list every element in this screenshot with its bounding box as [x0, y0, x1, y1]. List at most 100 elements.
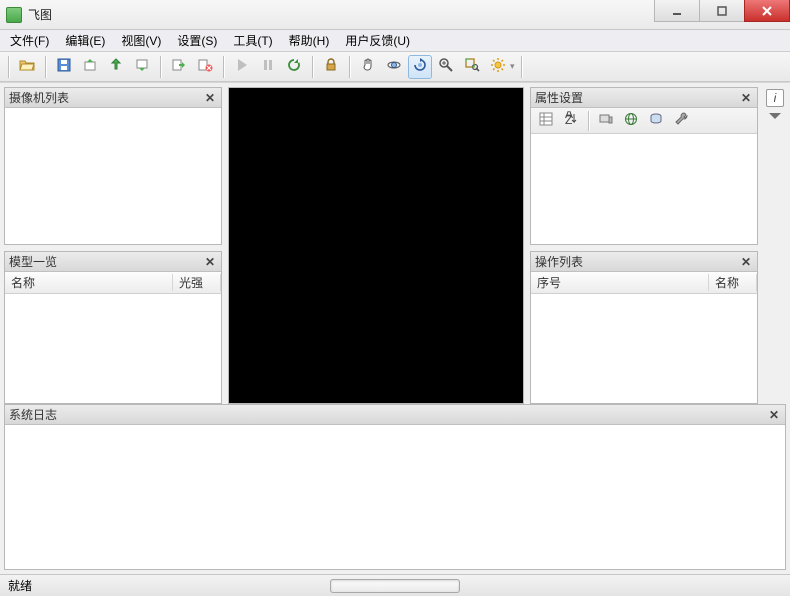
- window-title: 飞图: [28, 6, 52, 23]
- up-icon: [108, 57, 124, 76]
- separator: [223, 56, 224, 78]
- separator: [312, 56, 313, 78]
- undo-icon: [82, 57, 98, 76]
- model-table-header: 名称 光强: [5, 272, 221, 294]
- sort-icon: AZ: [563, 111, 579, 130]
- menu-file[interactable]: 文件(F): [2, 30, 57, 51]
- pause-button[interactable]: [256, 55, 280, 79]
- right-column: 属性设置 ✕ AZ 操作列表 ✕: [530, 87, 758, 404]
- device-button[interactable]: [595, 110, 617, 132]
- save-icon: [56, 57, 72, 76]
- main-toolbar: ▾: [0, 52, 790, 82]
- workspace-upper: 摄像机列表 ✕ 模型一览 ✕ 名称 光强: [0, 83, 790, 404]
- separator: [160, 56, 161, 78]
- panel-title: 属性设置: [535, 89, 583, 106]
- zoom-button[interactable]: [434, 55, 458, 79]
- side-buttons: i: [764, 87, 786, 404]
- disk-button[interactable]: [645, 110, 667, 132]
- panel-header: 操作列表 ✕: [531, 252, 757, 272]
- import-button[interactable]: [167, 55, 191, 79]
- status-text: 就绪: [8, 577, 32, 594]
- viewport-3d[interactable]: [228, 87, 524, 404]
- menu-view[interactable]: 视图(V): [113, 30, 169, 51]
- cancel-import-icon: [197, 57, 213, 76]
- workspace-lower: 系统日志 ✕: [0, 404, 790, 574]
- lock-button[interactable]: [319, 55, 343, 79]
- rotate-button[interactable]: [408, 55, 432, 79]
- svg-text:Z: Z: [565, 113, 572, 127]
- import-icon: [171, 57, 187, 76]
- cancel-import-button[interactable]: [193, 55, 217, 79]
- title-bar-left: 飞图: [6, 6, 52, 23]
- progress-bar: [330, 579, 460, 593]
- undo-button[interactable]: [78, 55, 102, 79]
- operation-table-header: 序号 名称: [531, 272, 757, 294]
- minimize-button[interactable]: [654, 0, 700, 22]
- play-icon: [234, 57, 250, 76]
- expand-side-button[interactable]: [769, 113, 781, 119]
- menu-tools[interactable]: 工具(T): [225, 30, 280, 51]
- panel-header: 属性设置 ✕: [531, 88, 757, 108]
- separator: [8, 56, 9, 78]
- panel-title: 操作列表: [535, 253, 583, 270]
- model-list-panel: 模型一览 ✕ 名称 光强: [4, 251, 222, 404]
- rotate-icon: [412, 57, 428, 76]
- panel-close-button[interactable]: ✕: [739, 255, 753, 269]
- operation-list-body: 序号 名称: [531, 272, 757, 403]
- up-button[interactable]: [104, 55, 128, 79]
- panel-close-button[interactable]: ✕: [739, 91, 753, 105]
- lock-icon: [323, 57, 339, 76]
- separator: [588, 111, 589, 131]
- panel-close-button[interactable]: ✕: [203, 255, 217, 269]
- menu-help[interactable]: 帮助(H): [281, 30, 338, 51]
- menu-feedback[interactable]: 用户反馈(U): [337, 30, 418, 51]
- panel-header: 模型一览 ✕: [5, 252, 221, 272]
- web-icon: [623, 111, 639, 130]
- panel-header: 摄像机列表 ✕: [5, 88, 221, 108]
- sun-button[interactable]: [486, 55, 510, 79]
- camera-list-body[interactable]: [5, 108, 221, 244]
- separator: [521, 56, 522, 78]
- separator: [349, 56, 350, 78]
- disk-icon: [648, 111, 664, 130]
- orbit-button[interactable]: [382, 55, 406, 79]
- col-name[interactable]: 名称: [5, 274, 173, 291]
- open-icon: [19, 57, 35, 76]
- property-body[interactable]: [531, 134, 757, 244]
- menu-edit[interactable]: 编辑(E): [57, 30, 113, 51]
- categorize-icon: [538, 111, 554, 130]
- info-side-button[interactable]: i: [766, 89, 784, 107]
- maximize-button[interactable]: [699, 0, 745, 22]
- hand-icon: [360, 57, 376, 76]
- save-button[interactable]: [52, 55, 76, 79]
- log-body[interactable]: [5, 425, 785, 569]
- orbit-icon: [386, 57, 402, 76]
- web-button[interactable]: [620, 110, 642, 132]
- panel-title: 摄像机列表: [9, 89, 69, 106]
- col-intensity[interactable]: 光强: [173, 274, 221, 291]
- sun-icon: [490, 57, 506, 76]
- play-button[interactable]: [230, 55, 254, 79]
- refresh-button[interactable]: [282, 55, 306, 79]
- wrench-button[interactable]: [670, 110, 692, 132]
- panel-close-button[interactable]: ✕: [203, 91, 217, 105]
- panel-title: 模型一览: [9, 253, 57, 270]
- separator: [45, 56, 46, 78]
- close-button[interactable]: [744, 0, 790, 22]
- redo-icon: [134, 57, 150, 76]
- refresh-icon: [286, 57, 302, 76]
- panel-header: 系统日志 ✕: [5, 405, 785, 425]
- zoom-window-button[interactable]: [460, 55, 484, 79]
- sort-button[interactable]: AZ: [560, 110, 582, 132]
- redo-button[interactable]: [130, 55, 154, 79]
- left-column: 摄像机列表 ✕ 模型一览 ✕ 名称 光强: [4, 87, 222, 404]
- categorize-button[interactable]: [535, 110, 557, 132]
- hand-button[interactable]: [356, 55, 380, 79]
- panel-close-button[interactable]: ✕: [767, 408, 781, 422]
- device-icon: [598, 111, 614, 130]
- menu-settings[interactable]: 设置(S): [169, 30, 225, 51]
- col-opname[interactable]: 名称: [709, 274, 757, 291]
- open-button[interactable]: [15, 55, 39, 79]
- col-seq[interactable]: 序号: [531, 274, 709, 291]
- info-icon: i: [774, 91, 777, 105]
